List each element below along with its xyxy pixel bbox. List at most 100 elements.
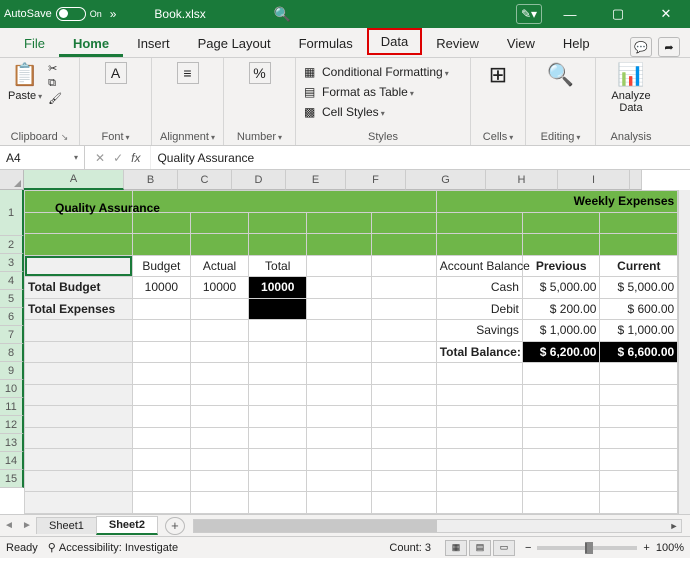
tab-file[interactable]: File (10, 30, 59, 57)
cell-styles-button[interactable]: ▩Cell Styles (304, 102, 462, 122)
tab-view[interactable]: View (493, 30, 549, 57)
close-button[interactable]: ✕ (646, 0, 686, 28)
cell[interactable]: 10000 (190, 277, 248, 299)
cell[interactable]: Debit (436, 298, 522, 320)
analyze-data-button[interactable]: 📊 Analyze Data (604, 62, 658, 114)
tab-home[interactable]: Home (59, 30, 123, 57)
row-header[interactable]: 1 (0, 190, 24, 236)
col-header[interactable]: I (558, 170, 630, 190)
col-header[interactable]: E (286, 170, 346, 190)
cell[interactable]: $ 1,000.00 (522, 320, 600, 342)
tab-help[interactable]: Help (549, 30, 604, 57)
cell[interactable]: Previous (522, 255, 600, 277)
copy-icon[interactable]: ⧉ (48, 77, 62, 90)
scroll-right-icon[interactable]: ► (667, 520, 681, 532)
cell[interactable]: Account Balance (436, 255, 522, 277)
col-header[interactable]: H (486, 170, 558, 190)
view-page-break-icon[interactable]: ▭ (493, 540, 515, 556)
paste-button[interactable]: 📋 Paste (8, 62, 42, 105)
tab-review[interactable]: Review (422, 30, 493, 57)
editing-icon[interactable]: 🔍 (547, 62, 574, 87)
format-as-table-button[interactable]: ▤Format as Table (304, 82, 462, 102)
conditional-formatting-button[interactable]: ▦Conditional Formatting (304, 62, 462, 82)
col-header[interactable]: A (24, 170, 124, 190)
row-header[interactable]: 13 (0, 434, 24, 452)
cell[interactable]: $ 200.00 (522, 298, 600, 320)
font-dropdown[interactable]: Font (101, 129, 129, 143)
maximize-button[interactable]: ▢ (598, 0, 638, 28)
zoom-slider[interactable] (537, 546, 637, 550)
formula-input[interactable]: Quality Assurance (150, 146, 690, 169)
cells-dropdown[interactable]: Cells (483, 129, 513, 143)
cell[interactable]: 10000 (249, 277, 307, 299)
alignment-dropdown[interactable]: Alignment (160, 129, 215, 143)
col-header[interactable]: C (178, 170, 232, 190)
cut-icon[interactable]: ✂ (48, 62, 62, 75)
select-all-corner[interactable] (0, 170, 24, 190)
sheet-nav-next[interactable]: ► (18, 520, 36, 531)
autosave-toggle[interactable]: AutoSave On (4, 7, 102, 21)
cancel-formula-icon[interactable]: ✕ (95, 151, 105, 165)
fx-icon[interactable]: fx (131, 151, 140, 165)
col-header[interactable]: B (124, 170, 178, 190)
view-page-layout-icon[interactable]: ▤ (469, 540, 491, 556)
name-box[interactable]: A4 (0, 146, 85, 169)
row-header[interactable]: 11 (0, 398, 24, 416)
tab-page-layout[interactable]: Page Layout (184, 30, 285, 57)
row-header[interactable]: 4 (0, 272, 24, 290)
cell[interactable]: Total Balance: (436, 341, 522, 363)
row-header[interactable]: 2 (0, 236, 24, 254)
col-header[interactable]: D (232, 170, 286, 190)
scroll-thumb[interactable] (194, 520, 438, 532)
row-header[interactable]: 3 (0, 254, 24, 272)
zoom-control[interactable]: − + 100% (525, 542, 684, 554)
cell[interactable]: 10000 (132, 277, 190, 299)
cell[interactable]: $ 600.00 (600, 298, 678, 320)
sheet-tab[interactable]: Sheet2 (96, 516, 158, 535)
comments-button[interactable]: 💬 (630, 37, 652, 57)
cell[interactable]: Cash (436, 277, 522, 299)
row-header[interactable]: 6 (0, 308, 24, 326)
cell[interactable]: Total (249, 255, 307, 277)
view-normal-icon[interactable]: ▦ (445, 540, 467, 556)
new-sheet-button[interactable]: + (165, 517, 185, 535)
number-icon[interactable]: % (249, 62, 271, 84)
cells-icon[interactable]: ⊞ (489, 62, 507, 87)
search-icon[interactable]: 🔍 (274, 6, 291, 23)
row-header[interactable]: 8 (0, 344, 24, 362)
toggle-switch-icon[interactable] (56, 7, 86, 21)
row-header[interactable]: 5 (0, 290, 24, 308)
tab-data[interactable]: Data (367, 28, 422, 55)
cell[interactable]: Actual (190, 255, 248, 277)
enter-formula-icon[interactable]: ✓ (113, 151, 123, 165)
row-header[interactable]: 12 (0, 416, 24, 434)
spreadsheet-grid[interactable]: 1 2 3 4 5 6 7 8 9 10 11 12 13 14 15 A B … (0, 170, 690, 514)
zoom-out-icon[interactable]: − (525, 542, 531, 554)
alignment-icon[interactable]: ≡ (177, 62, 199, 84)
row-header[interactable]: 10 (0, 380, 24, 398)
sheet-nav-prev[interactable]: ◄ (0, 520, 18, 531)
vertical-scrollbar[interactable] (678, 190, 690, 514)
col-header[interactable]: F (346, 170, 406, 190)
cell[interactable]: $ 6,200.00 (522, 341, 600, 363)
tab-insert[interactable]: Insert (123, 30, 184, 57)
format-painter-icon[interactable]: 🖌 (48, 92, 62, 105)
cell[interactable]: Total Budget (25, 277, 133, 299)
tab-formulas[interactable]: Formulas (285, 30, 367, 57)
minimize-button[interactable]: — (550, 0, 590, 28)
zoom-in-icon[interactable]: + (643, 542, 649, 554)
mode-switch-icon[interactable]: ✎▾ (516, 4, 542, 24)
cell[interactable]: Current (600, 255, 678, 277)
cell[interactable]: $ 5,000.00 (600, 277, 678, 299)
cell-a4[interactable] (25, 255, 133, 277)
row-header[interactable]: 14 (0, 452, 24, 470)
cell[interactable]: Savings (436, 320, 522, 342)
horizontal-scrollbar[interactable]: ◄ ► (193, 519, 682, 533)
quick-access-more[interactable]: » (110, 7, 117, 21)
row-header[interactable]: 7 (0, 326, 24, 344)
cell[interactable]: Total Expenses (25, 298, 133, 320)
cell[interactable]: Budget (132, 255, 190, 277)
col-header[interactable]: G (406, 170, 486, 190)
cell[interactable]: $ 5,000.00 (522, 277, 600, 299)
editing-dropdown[interactable]: Editing (541, 129, 581, 143)
